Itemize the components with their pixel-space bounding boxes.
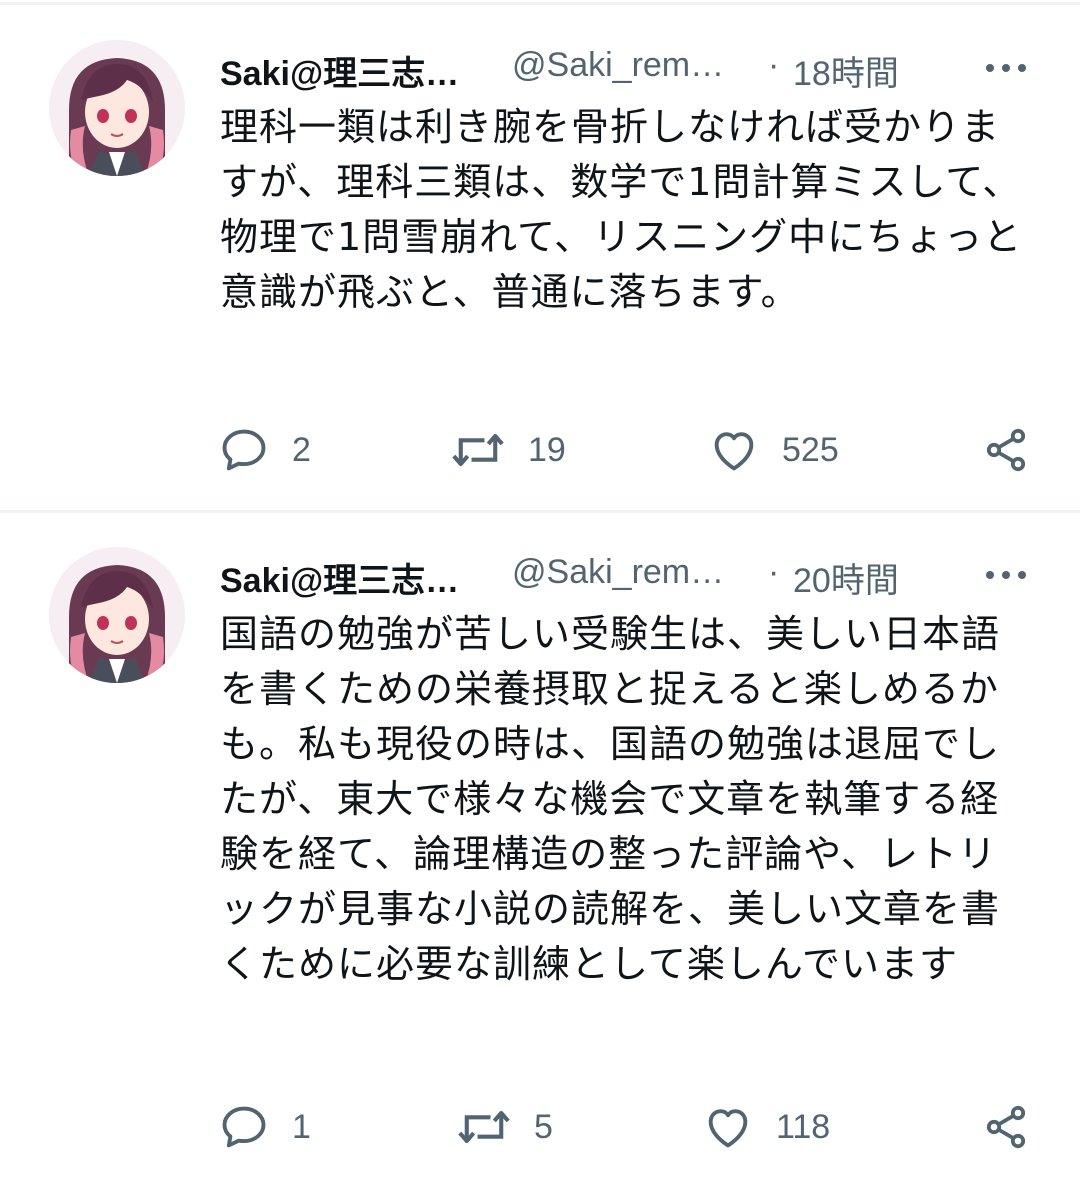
tweet-actions: 1 5 118 (218, 1097, 1038, 1157)
share-icon (986, 428, 1026, 472)
tweet-timestamp[interactable]: 18時間 (793, 46, 899, 95)
heart-icon (714, 432, 754, 471)
like-button[interactable]: 118 (702, 1097, 830, 1157)
retweet-count: 19 (528, 430, 566, 469)
avatar-anime-girl-icon (49, 547, 185, 683)
display-name[interactable]: Saki@理三志… (220, 46, 459, 95)
tweet-card[interactable]: Saki@理三志… @Saki_rem… · 20時間 国語の勉強が苦しい受験生… (0, 547, 1080, 1177)
tweet-text: 国語の勉強が苦しい受験生は、美しい日本語を書くための栄養摂取と捉えると楽しめるか… (220, 612, 1001, 986)
tweet-header: Saki@理三志… @Saki_rem… · 18時間 (220, 40, 1030, 100)
retweet-button[interactable]: 19 (450, 420, 566, 480)
reply-button[interactable]: 2 (218, 420, 311, 480)
more-options-button[interactable] (980, 557, 1032, 593)
reply-count: 2 (292, 430, 311, 469)
tweet-header: Saki@理三志… @Saki_rem… · 20時間 (220, 547, 1030, 607)
reply-count: 1 (292, 1107, 311, 1146)
tweet-divider (0, 510, 1080, 513)
tweet-timestamp[interactable]: 20時間 (793, 553, 899, 602)
more-dots-icon (986, 64, 1026, 72)
tweet-card[interactable]: Saki@理三志… @Saki_rem… · 18時間 理科一類は利き腕を骨折し… (0, 40, 1080, 510)
user-avatar[interactable] (49, 40, 185, 176)
retweet-arrows-icon (452, 433, 504, 467)
top-divider (0, 2, 1080, 5)
reply-button[interactable]: 1 (218, 1097, 311, 1157)
like-button[interactable]: 525 (708, 420, 839, 480)
reply-bubble-icon (222, 429, 266, 471)
user-handle[interactable]: @Saki_rem… (512, 553, 724, 592)
display-name[interactable]: Saki@理三志… (220, 553, 459, 602)
user-avatar[interactable] (49, 547, 185, 683)
reply-bubble-icon (222, 1106, 266, 1148)
user-handle[interactable]: @Saki_rem… (512, 46, 724, 85)
tweet-actions: 2 19 525 (218, 420, 1038, 480)
more-dots-icon (986, 571, 1026, 579)
share-button[interactable] (982, 1097, 1030, 1157)
share-button[interactable] (982, 420, 1030, 480)
like-count: 118 (776, 1107, 831, 1146)
more-options-button[interactable] (980, 50, 1032, 86)
like-count: 525 (782, 430, 839, 469)
avatar-anime-girl-icon (49, 40, 185, 176)
heart-icon (708, 1109, 748, 1148)
separator-dot: · (768, 46, 780, 84)
retweet-count: 5 (534, 1107, 553, 1146)
tweet-text: 理科一類は利き腕を骨折しなければ受かりますが、理科三類は、数学で1問計算ミスして… (220, 105, 1023, 314)
retweet-arrows-icon (458, 1110, 510, 1144)
retweet-button[interactable]: 5 (456, 1097, 553, 1157)
share-icon (986, 1105, 1026, 1149)
separator-dot: · (768, 553, 780, 591)
